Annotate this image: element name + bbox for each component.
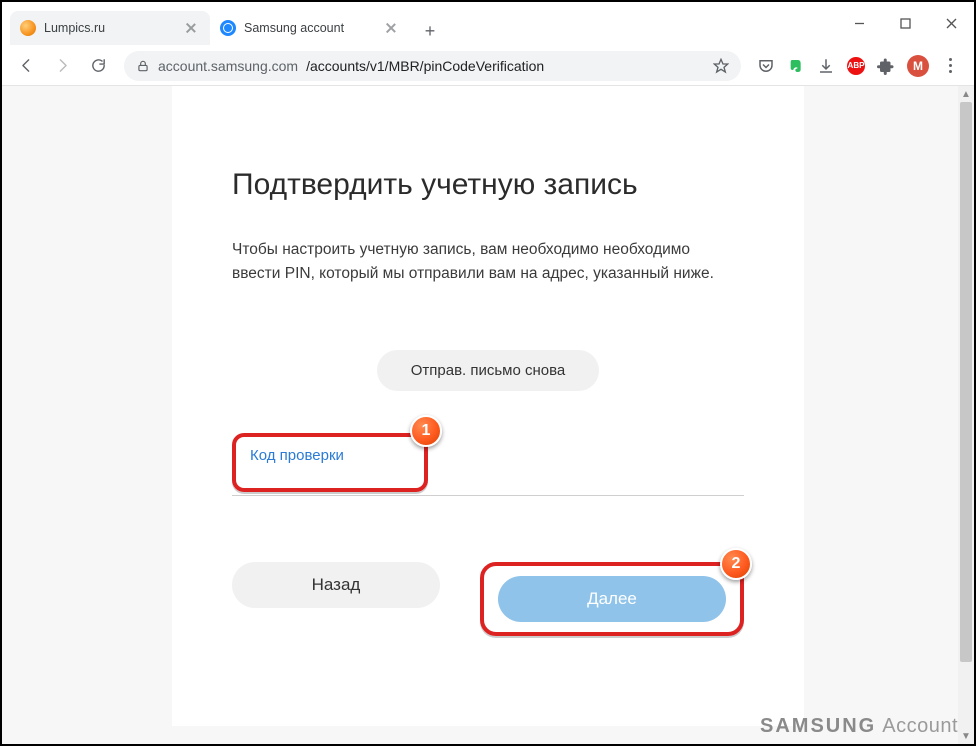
- new-tab-button[interactable]: +: [416, 17, 444, 45]
- evernote-icon[interactable]: [787, 57, 805, 75]
- maximize-button[interactable]: [882, 1, 928, 45]
- adblock-icon[interactable]: ABP: [847, 57, 865, 75]
- browser-titlebar: Lumpics.ru Samsung account +: [2, 2, 974, 46]
- extensions-puzzle-icon[interactable]: [877, 57, 895, 75]
- resend-wrap: Отправ. письмо снова: [232, 350, 744, 391]
- desc-line1: Чтобы настроить учетную запись, вам необ…: [232, 241, 690, 258]
- window-controls: [836, 1, 974, 45]
- scroll-up-arrow[interactable]: ▲: [958, 86, 974, 102]
- desc-line2: ввести PIN, который мы отправили вам на …: [232, 265, 714, 282]
- url-input[interactable]: account.samsung.com/accounts/v1/MBR/pinC…: [124, 51, 741, 81]
- vertical-scrollbar[interactable]: ▲ ▼: [958, 86, 974, 744]
- page-title: Подтвердить учетную запись: [232, 168, 744, 202]
- pocket-icon[interactable]: [757, 57, 775, 75]
- minimize-button[interactable]: [836, 1, 882, 45]
- annotation-badge-2: 2: [720, 548, 752, 580]
- extension-icons: ABP M: [751, 55, 966, 77]
- favicon-lumpics: [20, 20, 36, 36]
- annotation-badge-1: 1: [410, 415, 442, 447]
- tab-lumpics[interactable]: Lumpics.ru: [10, 11, 210, 45]
- scroll-thumb[interactable]: [960, 102, 972, 662]
- address-bar: account.samsung.com/accounts/v1/MBR/pinC…: [2, 46, 974, 86]
- download-icon[interactable]: [817, 57, 835, 75]
- tab-title: Samsung account: [244, 21, 376, 35]
- abp-label: ABP: [848, 61, 865, 70]
- favicon-samsung: [220, 20, 236, 36]
- lock-icon: [136, 59, 150, 73]
- close-window-button[interactable]: [928, 1, 974, 45]
- code-label: Код проверки: [250, 447, 410, 464]
- url-host: account.samsung.com: [158, 58, 298, 74]
- annotation-box-1: Код проверки: [232, 433, 428, 492]
- forward-button[interactable]: [46, 50, 78, 82]
- brand-logo: SAMSUNG: [760, 715, 876, 737]
- verify-card: Подтвердить учетную запись Чтобы настрои…: [172, 86, 804, 726]
- close-icon[interactable]: [384, 21, 398, 35]
- page-description: Чтобы настроить учетную запись, вам необ…: [232, 238, 744, 286]
- page-viewport: Подтвердить учетную запись Чтобы настрои…: [2, 86, 974, 744]
- resend-email-button[interactable]: Отправ. письмо снова: [377, 350, 600, 391]
- button-row: Назад Далее 2: [232, 562, 744, 636]
- input-underline: [232, 495, 744, 496]
- reload-button[interactable]: [82, 50, 114, 82]
- tab-title: Lumpics.ru: [44, 21, 176, 35]
- back-button[interactable]: [10, 50, 42, 82]
- avatar-initial: M: [913, 59, 923, 73]
- annotation-box-2: Далее 2: [480, 562, 744, 636]
- profile-avatar[interactable]: M: [907, 55, 929, 77]
- scroll-down-arrow[interactable]: ▼: [958, 728, 974, 744]
- tab-strip: Lumpics.ru Samsung account +: [2, 1, 836, 45]
- verification-code-field[interactable]: Код проверки 1: [232, 433, 744, 492]
- brand-text: Account: [882, 715, 958, 737]
- bookmark-star-icon[interactable]: [713, 58, 729, 74]
- tab-samsung-account[interactable]: Samsung account: [210, 11, 410, 45]
- url-path: /accounts/v1/MBR/pinCodeVerification: [306, 58, 544, 74]
- chrome-menu-button[interactable]: [941, 58, 960, 73]
- next-step-button[interactable]: Далее: [498, 576, 726, 622]
- close-icon[interactable]: [184, 21, 198, 35]
- back-step-button[interactable]: Назад: [232, 562, 440, 608]
- samsung-account-brand: SAMSUNG Account: [760, 715, 958, 738]
